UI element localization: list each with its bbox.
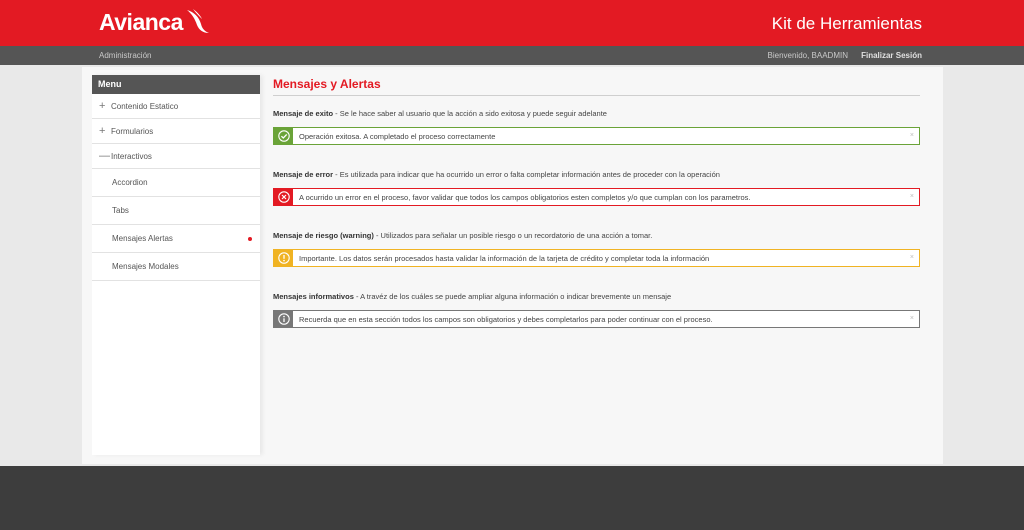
close-icon[interactable]: × — [910, 254, 914, 261]
collapse-minus-icon: — — [99, 150, 110, 162]
close-icon[interactable]: × — [910, 315, 914, 322]
page-title: Mensajes y Alertas — [273, 77, 920, 96]
sub-navbar: Administración Bienvenido, BAADMIN Final… — [0, 46, 1024, 65]
warning-icon — [274, 250, 293, 266]
info-desc-text: - A travéz de los cuáles se puede amplia… — [353, 292, 672, 301]
expand-plus-icon: + — [99, 125, 106, 137]
menu-item-interactivos[interactable]: — Interactivos — [92, 144, 260, 169]
close-icon[interactable]: × — [910, 132, 914, 139]
success-alert-message: Operación exitosa. A completado el proce… — [299, 131, 496, 141]
error-description: Mensaje de error - Es utilizada para ind… — [273, 170, 920, 179]
submenu-item-label: Mensajes Modales — [112, 262, 179, 271]
submenu-item-accordion[interactable]: Accordion — [92, 169, 260, 197]
info-description: Mensajes informativos - A travéz de los … — [273, 292, 920, 301]
warning-alert-message: Importante. Los datos serán procesados h… — [299, 253, 710, 263]
success-desc-text: - Se le hace saber al usuario que la acc… — [333, 109, 607, 118]
menu-item-contenido-estatico[interactable]: + Contenido Estatico — [92, 94, 260, 119]
submenu-item-mensajes-modales[interactable]: Mensajes Modales — [92, 253, 260, 281]
section-label: Administración — [99, 51, 152, 60]
logout-link[interactable]: Finalizar Sesión — [861, 51, 922, 60]
menu-item-formularios[interactable]: + Formularios — [92, 119, 260, 144]
content-panel: Menu + Contenido Estatico + Formularios … — [82, 67, 943, 464]
menu-item-label: Contenido Estatico — [111, 101, 179, 111]
submenu-item-label: Tabs — [112, 206, 129, 215]
info-alert: Recuerda que en esta sección todos los c… — [273, 310, 920, 328]
footer — [0, 466, 1024, 530]
error-desc-text: - Es utilizada para indicar que ha ocurr… — [333, 170, 720, 179]
warning-label: Mensaje de riesgo (warning) — [273, 231, 374, 240]
warning-description: Mensaje de riesgo (warning) - Utilizados… — [273, 231, 920, 240]
top-header: Avianca Kit de Herramientas — [0, 0, 1024, 46]
submenu-item-label: Mensajes Alertas — [112, 234, 173, 243]
sidebar-menu: Menu + Contenido Estatico + Formularios … — [92, 75, 260, 455]
success-alert: Operación exitosa. A completado el proce… — [273, 127, 920, 145]
menu-header: Menu — [92, 75, 260, 94]
error-x-icon — [274, 189, 293, 205]
submenu-item-tabs[interactable]: Tabs — [92, 197, 260, 225]
warning-alert: Importante. Los datos serán procesados h… — [273, 249, 920, 267]
success-label: Mensaje de exito — [273, 109, 334, 118]
close-icon[interactable]: × — [910, 193, 914, 200]
info-label: Mensajes informativos — [273, 292, 354, 301]
error-alert: A ocurrido un error en el proceso, favor… — [273, 188, 920, 206]
success-description: Mensaje de exito - Se le hace saber al u… — [273, 109, 920, 118]
main-content: Mensajes y Alertas Mensaje de exito - Se… — [273, 77, 920, 328]
error-label: Mensaje de error — [273, 170, 334, 179]
expand-plus-icon: + — [99, 100, 106, 112]
menu-item-label: Formularios — [111, 126, 154, 136]
active-indicator-dot — [248, 237, 252, 241]
error-alert-message: A ocurrido un error en el proceso, favor… — [299, 192, 751, 202]
welcome-text: Bienvenido, BAADMIN — [767, 51, 848, 60]
check-icon — [274, 128, 293, 144]
warning-desc-text: - Utilizados para señalar un posible rie… — [373, 231, 653, 240]
menu-item-label: Interactivos — [111, 151, 152, 161]
info-icon — [274, 311, 293, 327]
logo-text: Avianca — [99, 9, 183, 35]
avianca-logo[interactable]: Avianca — [99, 8, 210, 36]
info-alert-message: Recuerda que en esta sección todos los c… — [299, 314, 713, 324]
submenu-item-label: Accordion — [112, 178, 148, 187]
bird-icon — [186, 8, 209, 33]
app-title: Kit de Herramientas — [771, 14, 922, 33]
submenu-item-mensajes-alertas[interactable]: Mensajes Alertas — [92, 225, 260, 253]
